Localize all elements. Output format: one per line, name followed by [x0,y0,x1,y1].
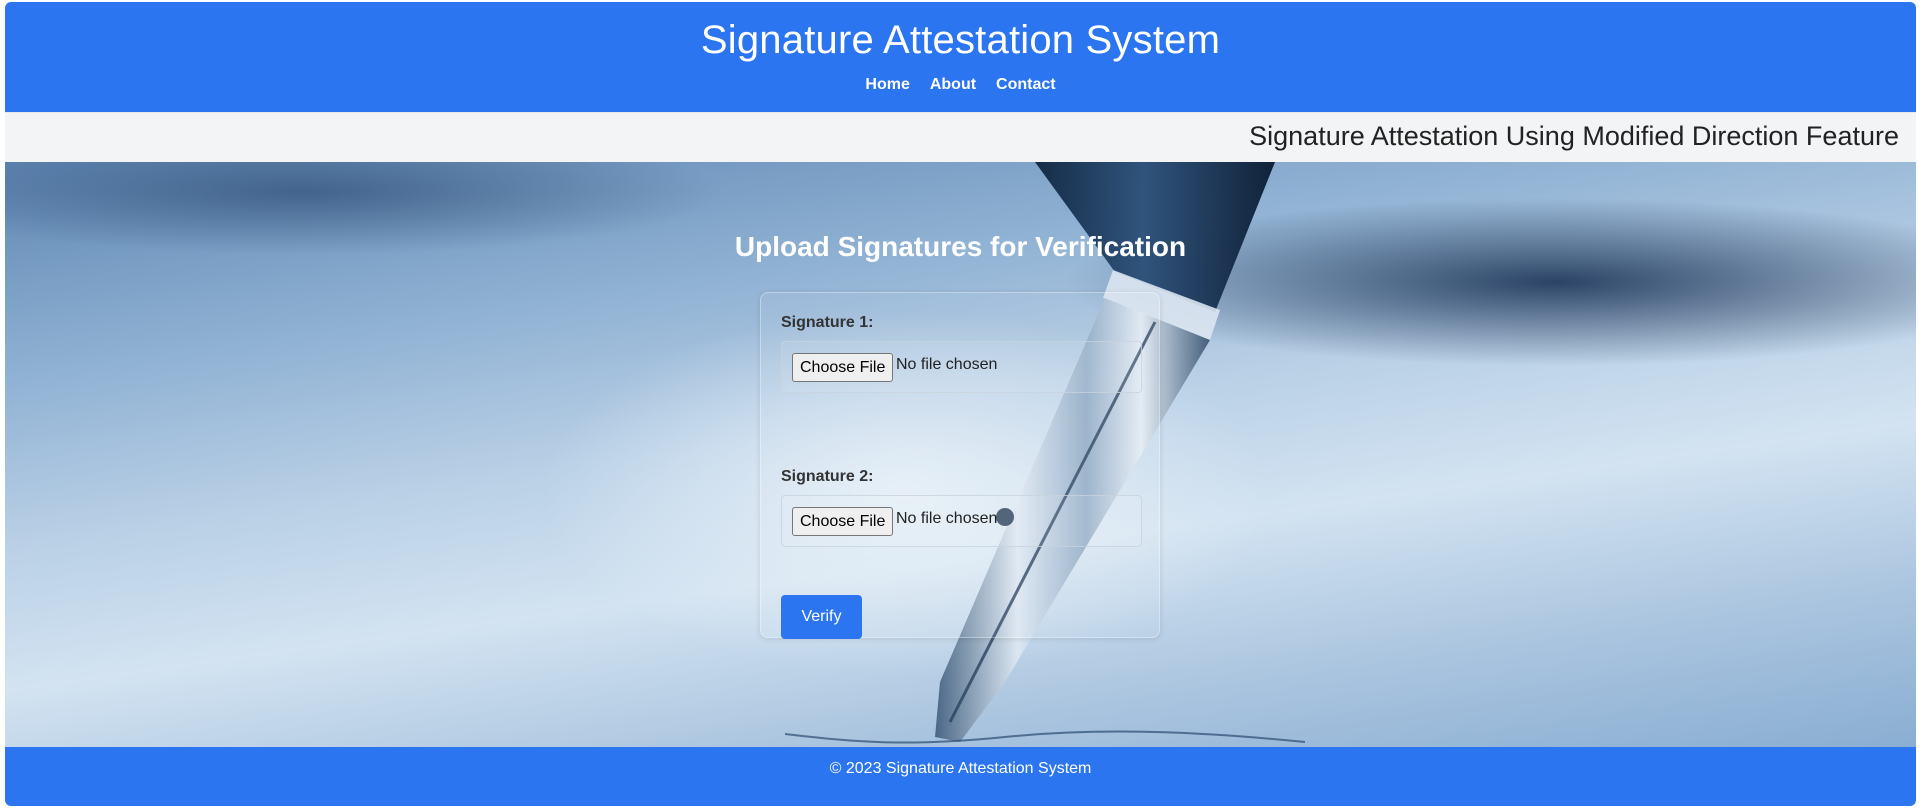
nav-about-link[interactable]: About [930,76,976,94]
signature-1-label: Signature 1: [781,314,874,331]
signature-1-file-status: No file chosen [896,356,998,373]
verify-button[interactable]: Verify [781,595,862,639]
signature-2-file-input[interactable]: Choose File No file chosen [781,495,1142,547]
subheader-text: Signature Attestation Using Modified Dir… [1249,121,1899,151]
site-title: Signature Attestation System [700,18,1221,62]
copyright-text: © 2023 Signature Attestation System [829,760,1092,777]
main-nav: Home About Contact [5,76,1916,94]
upload-heading: Upload Signatures for Verification [734,231,1187,262]
nav-home-link[interactable]: Home [865,76,909,94]
upload-form: Signature 1: Choose File No file chosen … [760,292,1160,639]
subheader-bar: Signature Attestation Using Modified Dir… [5,112,1916,162]
site-footer: © 2023 Signature Attestation System [5,747,1916,806]
signature-2-choose-file-button[interactable]: Choose File [792,507,894,536]
page: Signature Attestation System Home About … [5,2,1916,806]
nav-contact-link[interactable]: Contact [996,76,1056,94]
signature-2-label: Signature 2: [781,468,874,485]
signature-2-file-status: No file chosen [896,510,998,527]
hero-section: Upload Signatures for Verification Signa… [5,162,1916,747]
site-header: Signature Attestation System Home About … [5,2,1916,112]
signature-1-file-input[interactable]: Choose File No file chosen [781,341,1142,393]
signature-1-choose-file-button[interactable]: Choose File [792,353,894,382]
